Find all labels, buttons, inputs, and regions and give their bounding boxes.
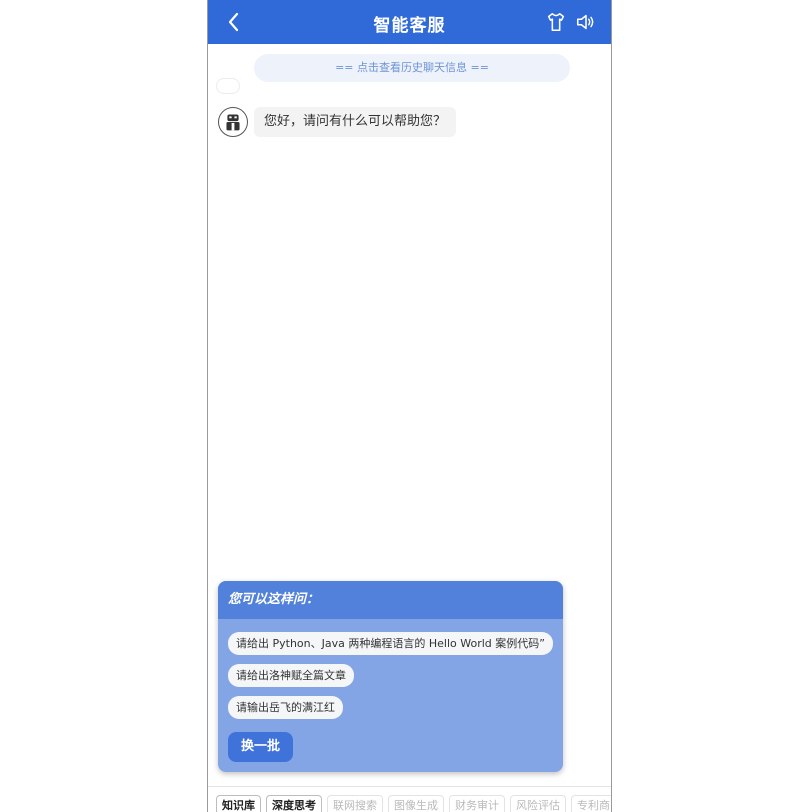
refresh-button[interactable]: 换一批 <box>228 732 293 762</box>
phone-screen: 智能客服 == 点击查看历史聊天信息 == 您好，请问有什么可以帮助您？ 您可以… <box>207 0 612 812</box>
suggestion-chip[interactable]: 请给出洛神赋全篇文章 <box>228 664 354 687</box>
suggestion-title: 您可以这样问： <box>218 581 563 619</box>
app-header: 智能客服 <box>208 0 611 44</box>
tool-image-gen[interactable]: 图像生成 <box>388 795 444 812</box>
tool-bar: 知识库 深度思考 联网搜索 图像生成 财务审计 风险评估 专利商 <box>208 786 611 812</box>
tool-patent[interactable]: 专利商 <box>571 795 611 812</box>
tshirt-icon[interactable] <box>545 11 567 33</box>
suggestion-chip[interactable]: 请输出岳飞的满江红 <box>228 696 343 719</box>
speaker-icon[interactable] <box>575 11 597 33</box>
tool-deep-thinking[interactable]: 深度思考 <box>266 795 322 812</box>
tool-finance-audit[interactable]: 财务审计 <box>449 795 505 812</box>
tool-risk-assessment[interactable]: 风险评估 <box>510 795 566 812</box>
suggestion-panel: 您可以这样问： 请给出 Python、Java 两种编程语言的 Hello Wo… <box>218 581 563 772</box>
suggestion-chip[interactable]: 请给出 Python、Java 两种编程语言的 Hello World 案例代码… <box>228 632 553 655</box>
tool-web-search[interactable]: 联网搜索 <box>327 795 383 812</box>
tool-knowledge-base[interactable]: 知识库 <box>216 795 261 812</box>
placeholder-shape <box>216 78 240 94</box>
robot-icon <box>218 107 248 137</box>
history-link[interactable]: == 点击查看历史聊天信息 == <box>254 54 570 82</box>
bot-message: 您好，请问有什么可以帮助您？ <box>254 107 457 137</box>
